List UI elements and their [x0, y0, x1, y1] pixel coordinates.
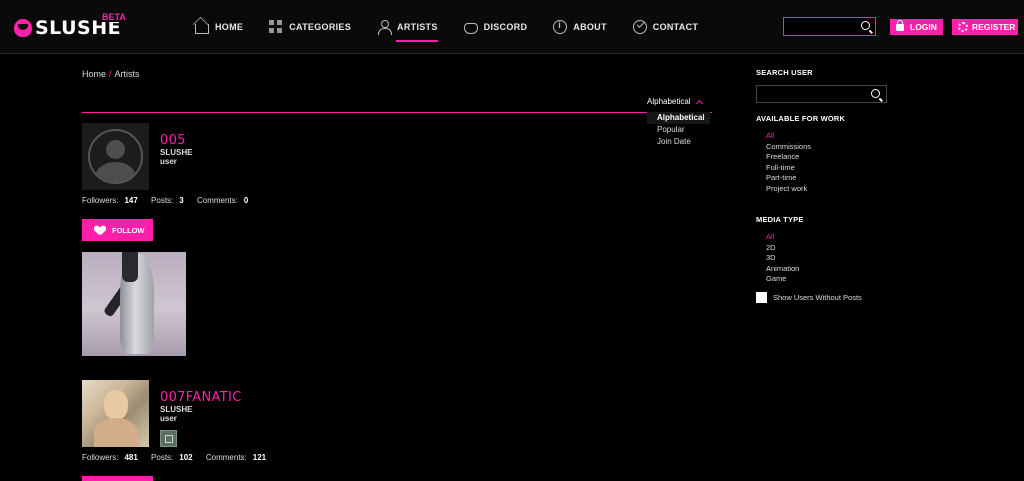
register-button[interactable]: REGISTER	[952, 19, 1018, 35]
followers-label: Followers:	[82, 196, 119, 205]
gear-icon	[958, 22, 968, 32]
artist-name[interactable]: 007FANATIC	[160, 390, 241, 405]
thumbnail-figure-hair	[122, 252, 138, 282]
login-label: LOGIN	[910, 22, 937, 32]
available-for-work-title: AVAILABLE FOR WORK	[756, 114, 846, 123]
media-option-2d[interactable]: 2D	[766, 243, 799, 254]
work-option-part-time[interactable]: Part-time	[766, 173, 811, 184]
nav-discord[interactable]: DISCORD	[463, 18, 528, 36]
follow-button[interactable]: FOLLOW	[82, 219, 153, 241]
followers-count: 481	[124, 453, 138, 462]
posts-count: 102	[179, 453, 193, 462]
sort-option-popular[interactable]: Popular	[647, 124, 710, 136]
artist-stats: Followers: 481 Posts: 102 Comments: 121	[82, 453, 277, 462]
search-icon[interactable]	[871, 89, 880, 98]
sort-current-label: Alphabetical	[647, 97, 691, 106]
grid-icon	[269, 20, 284, 34]
discord-icon	[463, 22, 478, 34]
default-avatar-icon	[88, 129, 143, 184]
comments-label: Comments:	[196, 196, 238, 205]
sort-dropdown-toggle[interactable]: Alphabetical	[647, 97, 703, 107]
work-option-commissions[interactable]: Commissions	[766, 142, 811, 153]
media-thumbnail-icon[interactable]	[160, 430, 177, 447]
comments-count: 121	[252, 453, 267, 462]
show-without-posts-row: Show Users Without Posts	[756, 292, 862, 303]
media-option-animation[interactable]: Animation	[766, 264, 799, 275]
artist-avatar[interactable]	[82, 123, 149, 190]
media-filter-list: All 2D 3D Animation Game	[766, 232, 799, 285]
media-option-game[interactable]: Game	[766, 274, 799, 285]
top-navbar: SLUSHE BETA HOME CATEGORIES ARTISTS DISC…	[0, 0, 1024, 54]
home-icon	[195, 24, 209, 34]
search-icon[interactable]	[861, 21, 870, 30]
info-icon	[553, 20, 568, 34]
work-option-full-time[interactable]: Full-time	[766, 163, 811, 174]
artist-name[interactable]: 005	[160, 133, 186, 148]
user-search-input[interactable]	[756, 85, 887, 103]
posts-label: Posts:	[151, 196, 174, 205]
media-type-title: MEDIA TYPE	[756, 215, 804, 224]
artist-subtitle: SLUSHE user	[160, 148, 193, 166]
nav-contact[interactable]: CONTACT	[632, 18, 699, 36]
avatar-photo	[82, 380, 149, 447]
artist-subtitle: SLUSHE user	[160, 405, 193, 423]
follow-label: FOLLOW	[112, 225, 145, 235]
breadcrumb-separator: /	[109, 69, 112, 79]
follow-button[interactable]	[82, 476, 153, 481]
main-nav: HOME CATEGORIES ARTISTS DISCORD ABOUT CO…	[195, 18, 724, 42]
media-option-3d[interactable]: 3D	[766, 253, 799, 264]
nav-artists-label: ARTISTS	[397, 22, 438, 32]
nav-home[interactable]: HOME	[195, 18, 243, 36]
nav-about-label: ABOUT	[573, 22, 607, 32]
register-label: REGISTER	[972, 22, 1016, 32]
user-icon	[377, 20, 393, 35]
login-button[interactable]: LOGIN	[890, 19, 943, 35]
site-logo[interactable]: SLUSHE BETA	[14, 12, 128, 42]
posts-count: 3	[179, 196, 184, 205]
nav-about[interactable]: ABOUT	[553, 18, 607, 36]
artist-stats: Followers: 147 Posts: 3 Comments: 0	[82, 196, 259, 205]
breadcrumb-home[interactable]: Home	[82, 69, 106, 79]
followers-label: Followers:	[82, 453, 119, 462]
header-divider	[82, 112, 712, 113]
sort-option-alphabetical[interactable]: Alphabetical	[647, 112, 710, 124]
nav-categories-label: CATEGORIES	[289, 22, 352, 32]
header-search-input[interactable]	[783, 17, 876, 36]
check-circle-icon	[632, 20, 647, 34]
nav-artists[interactable]: ARTISTS	[377, 18, 438, 42]
nav-home-label: HOME	[215, 22, 244, 32]
breadcrumb-current: Artists	[114, 69, 140, 79]
comments-count: 0	[243, 196, 249, 205]
search-user-title: SEARCH USER	[756, 68, 813, 77]
followers-count: 147	[124, 196, 138, 205]
logo-icon	[14, 19, 32, 37]
breadcrumb: Home / Artists	[82, 69, 140, 79]
work-option-all[interactable]: All	[766, 131, 811, 142]
lock-icon	[896, 20, 904, 31]
work-filter-list: All Commissions Freelance Full-time Part…	[766, 131, 811, 194]
sort-option-join-date[interactable]: Join Date	[647, 136, 710, 148]
nav-categories[interactable]: CATEGORIES	[269, 18, 351, 36]
artist-avatar[interactable]	[82, 380, 149, 447]
nav-contact-label: CONTACT	[652, 22, 699, 32]
media-option-all[interactable]: All	[766, 232, 799, 243]
heart-icon	[95, 226, 105, 235]
beta-badge: BETA	[100, 12, 128, 22]
post-thumbnail[interactable]	[82, 252, 186, 356]
comments-label: Comments:	[205, 453, 247, 462]
show-without-posts-label[interactable]: Show Users Without Posts	[773, 293, 862, 302]
sort-menu: Alphabetical Popular Join Date	[647, 112, 710, 148]
posts-label: Posts:	[151, 453, 174, 462]
nav-discord-label: DISCORD	[483, 22, 528, 32]
work-option-freelance[interactable]: Freelance	[766, 152, 811, 163]
show-without-posts-checkbox[interactable]	[756, 292, 767, 303]
chevron-up-icon	[695, 99, 703, 107]
work-option-project-work[interactable]: Project work	[766, 184, 811, 195]
